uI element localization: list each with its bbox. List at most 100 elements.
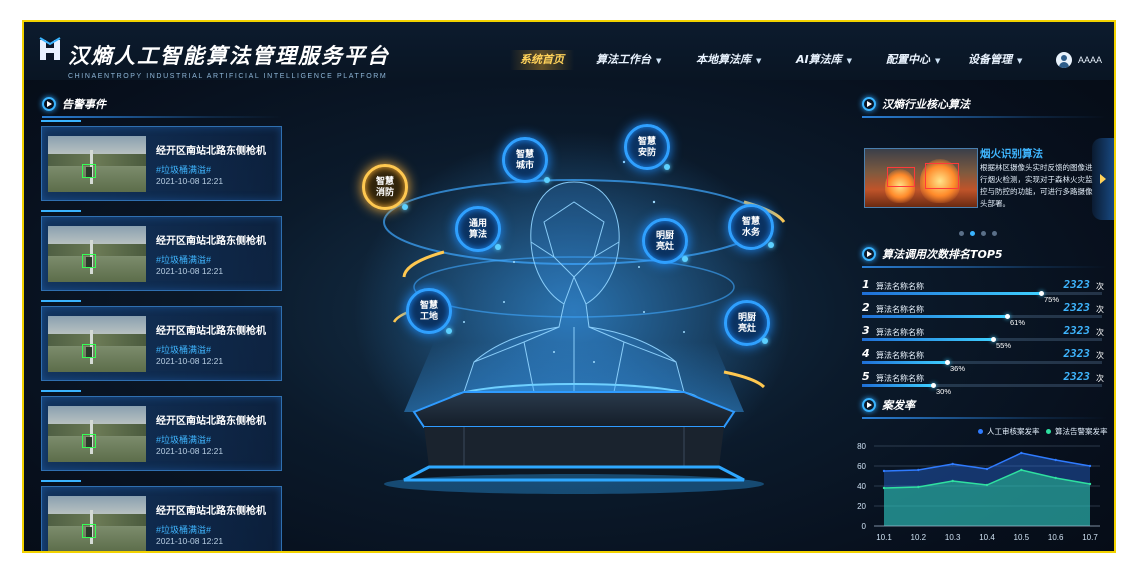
user-menu[interactable]: AAAA xyxy=(1056,50,1102,70)
hologram-area: 智慧消防 智慧城市 智慧安防 通用算法 明厨亮灶 智慧水务 智慧工地 明厨亮灶 xyxy=(324,82,824,551)
alarm-event-card[interactable]: 经开区南站北路东侧枪机 #垃圾桶满溢# 2021-10-08 12:21 xyxy=(41,480,282,551)
algorithm-preview-image[interactable] xyxy=(864,148,978,208)
chevron-down-icon: ▼ xyxy=(656,57,662,65)
node-bright-kitchen[interactable]: 明厨亮灶 xyxy=(642,218,688,264)
node-smart-security[interactable]: 智慧安防 xyxy=(624,124,670,170)
rank-progress-bar xyxy=(862,361,948,364)
nav-item-ai-algorithm-library[interactable]: AI算法库 ▼ xyxy=(796,50,852,70)
rank-row[interactable]: 3 算法名称名称 2323 次 55% xyxy=(862,324,1104,350)
top-header: 汉熵人工智能算法管理服务平台 CHINAENTROPY INDUSTRIAL A… xyxy=(24,22,1114,80)
divider xyxy=(862,266,1107,268)
alarm-tag[interactable]: #垃圾桶满溢# xyxy=(156,253,211,266)
nav-item-algorithm-workbench[interactable]: 算法工作台 ▼ xyxy=(596,50,661,70)
y-tick-label: 40 xyxy=(857,482,866,491)
legend-label: 人工审核案发率 xyxy=(987,427,1040,436)
detection-box xyxy=(82,164,96,178)
detection-box xyxy=(887,167,915,187)
alarm-snapshot-image[interactable] xyxy=(48,226,146,282)
rank-progress-bar xyxy=(862,315,1008,318)
chevron-down-icon: ▼ xyxy=(935,57,941,65)
y-tick-label: 80 xyxy=(857,442,866,451)
case-rate-title: 案发率 xyxy=(862,395,915,415)
rank-number: 2 xyxy=(862,301,870,314)
carousel-next-button[interactable] xyxy=(1092,138,1114,220)
alarm-snapshot-image[interactable] xyxy=(48,136,146,192)
carousel-dots xyxy=(959,231,997,236)
alarm-time: 2021-10-08 12:21 xyxy=(156,176,224,186)
rank-number: 1 xyxy=(862,278,870,291)
y-tick-label: 60 xyxy=(857,462,866,471)
node-label: 智慧水务 xyxy=(741,216,760,237)
rank-progress-bar xyxy=(862,292,1042,295)
series-point xyxy=(985,467,989,471)
alarm-snapshot-image[interactable] xyxy=(48,406,146,462)
node-dot xyxy=(664,164,670,170)
detection-box xyxy=(925,163,959,189)
x-tick-label: 10.2 xyxy=(911,533,927,542)
play-circle-icon xyxy=(862,97,876,111)
alarm-time: 2021-10-08 12:21 xyxy=(156,446,224,456)
divider xyxy=(42,116,282,118)
alarm-location: 经开区南站北路东侧枪机 xyxy=(156,146,266,157)
nav-item-config-center[interactable]: 配置中心 ▼ xyxy=(886,50,940,70)
carousel-dot-active[interactable] xyxy=(970,231,975,236)
y-tick-label: 0 xyxy=(862,522,867,531)
nav-item-local-algorithm-library[interactable]: 本地算法库 ▼ xyxy=(696,50,761,70)
top5-title-text: 算法调用次数排名TOP5 xyxy=(882,248,1003,261)
rank-unit: 次 xyxy=(1096,305,1104,314)
series-point xyxy=(1020,451,1023,455)
alarm-event-card[interactable]: 经开区南站北路东侧枪机 #垃圾桶满溢# 2021-10-08 12:21 xyxy=(41,300,282,381)
app-subtitle: CHINAENTROPY INDUSTRIAL ARTIFICIAL INTEL… xyxy=(68,73,388,80)
rank-name: 算法名称名称 xyxy=(876,374,924,383)
carousel-dot[interactable] xyxy=(992,231,997,236)
nav-item-device-management[interactable]: 设备管理 ▼ xyxy=(968,50,1022,70)
algorithm-name: 烟火识别算法 xyxy=(980,148,1043,160)
legend-item-algorithm: 算法告警案发率 xyxy=(1046,426,1108,437)
chevron-down-icon: ▼ xyxy=(756,57,762,65)
rank-row[interactable]: 1 算法名称名称 2323 次 75% xyxy=(862,278,1104,304)
alarm-event-card[interactable]: 经开区南站北路东侧枪机 #垃圾桶满溢# 2021-10-08 12:21 xyxy=(41,210,282,291)
legend-item-manual: 人工审核案发率 xyxy=(978,426,1040,437)
node-label: 智慧消防 xyxy=(375,176,394,197)
alarm-snapshot-image[interactable] xyxy=(48,496,146,551)
rank-name: 算法名称名称 xyxy=(876,282,924,291)
nav-item-label: AI算法库 xyxy=(796,53,842,66)
alarm-location: 经开区南站北路东侧枪机 xyxy=(156,326,266,337)
node-label: 明厨亮灶 xyxy=(737,312,756,333)
carousel-dot[interactable] xyxy=(959,231,964,236)
alarm-event-card[interactable]: 经开区南站北路东侧枪机 #垃圾桶满溢# 2021-10-08 12:21 xyxy=(41,120,282,201)
rank-row[interactable]: 4 算法名称名称 2323 次 36% xyxy=(862,347,1104,373)
rank-row[interactable]: 5 算法名称名称 2323 次 30% xyxy=(862,370,1104,396)
node-smart-fire[interactable]: 智慧消防 xyxy=(362,164,408,210)
scene-trees xyxy=(48,154,146,166)
brand-logo-icon xyxy=(39,37,61,60)
nav-item-label: 算法工作台 xyxy=(596,53,651,66)
detection-box xyxy=(82,254,96,268)
alarm-snapshot-image[interactable] xyxy=(48,316,146,372)
scene-trees xyxy=(48,334,146,346)
card-corner xyxy=(41,210,81,217)
alarm-tag[interactable]: #垃圾桶满溢# xyxy=(156,523,211,536)
alarm-tag[interactable]: #垃圾桶满溢# xyxy=(156,433,211,446)
scene-trees xyxy=(48,244,146,256)
node-label: 智慧工地 xyxy=(419,300,438,321)
node-smart-city[interactable]: 智慧城市 xyxy=(502,137,548,183)
node-smart-construction[interactable]: 智慧工地 xyxy=(406,288,452,334)
rank-unit: 次 xyxy=(1096,282,1104,291)
alarm-event-card[interactable]: 经开区南站北路东侧枪机 #垃圾桶满溢# 2021-10-08 12:21 xyxy=(41,390,282,471)
series-point xyxy=(951,462,954,466)
alarm-panel-title: 告警事件 xyxy=(42,94,106,114)
core-algorithms-title: 汉熵行业核心算法 xyxy=(862,94,970,114)
rank-row[interactable]: 2 算法名称名称 2323 次 61% xyxy=(862,301,1104,327)
alarm-tag[interactable]: #垃圾桶满溢# xyxy=(156,163,211,176)
dashboard-frame: 汉熵人工智能算法管理服务平台 CHINAENTROPY INDUSTRIAL A… xyxy=(22,20,1116,553)
nav-item-home[interactable]: 系统首页 xyxy=(510,50,574,70)
carousel-dot[interactable] xyxy=(981,231,986,236)
case-rate-title-text: 案发率 xyxy=(882,399,915,412)
rank-number: 4 xyxy=(862,347,870,360)
y-tick-label: 20 xyxy=(857,502,866,511)
node-general-algorithm[interactable]: 通用算法 xyxy=(455,206,501,252)
alarm-tag[interactable]: #垃圾桶满溢# xyxy=(156,343,211,356)
node-smart-water[interactable]: 智慧水务 xyxy=(728,204,774,250)
rank-unit: 次 xyxy=(1096,328,1104,337)
